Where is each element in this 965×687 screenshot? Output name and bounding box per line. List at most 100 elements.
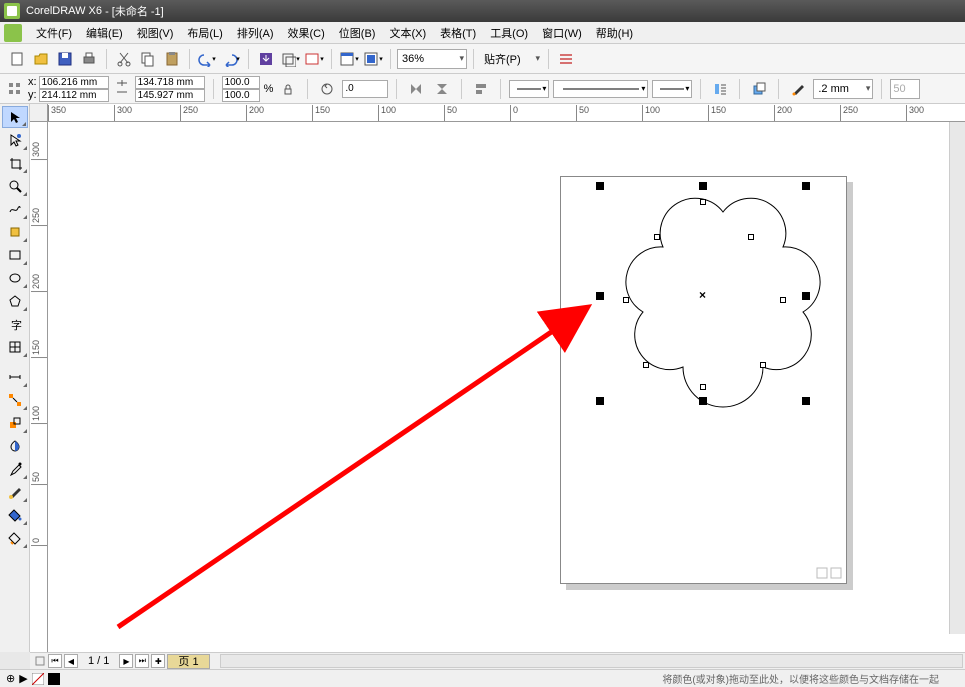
transparency-tool[interactable] [2,435,28,457]
app-launcher-button[interactable]: ▾ [338,48,360,70]
sel-handle-s[interactable] [699,397,707,405]
ruler-v-tick: 150 [31,340,48,358]
page-tab-1[interactable]: 页 1 [167,654,209,669]
table-tool[interactable] [2,336,28,358]
polygon-tool[interactable] [2,290,28,312]
end-arrow-dropdown[interactable] [652,80,692,98]
fill-status-icon[interactable] [32,673,44,685]
canvas[interactable]: × [48,122,965,652]
smart-fill-tool[interactable] [2,221,28,243]
text-tool[interactable]: 字 [2,313,28,335]
next-page-button[interactable]: ▶ [119,654,133,668]
mirror-h-button[interactable] [405,78,427,100]
freehand-tool[interactable] [2,198,28,220]
sel-handle-nw[interactable] [596,182,604,190]
open-button[interactable] [30,48,52,70]
interactive-tool[interactable] [2,412,28,434]
menu-window[interactable]: 窗口(W) [536,22,588,44]
align-button[interactable] [470,78,492,100]
copy-button[interactable] [137,48,159,70]
to-front-button[interactable] [748,78,770,100]
crop-tool[interactable] [2,152,28,174]
ruler-vertical[interactable]: 300 250 200 150 100 50 0 [30,122,48,652]
fontsize-input[interactable] [890,79,920,99]
menu-file[interactable]: 文件(F) [30,22,78,44]
menu-effects[interactable]: 效果(C) [282,22,331,44]
ruler-h-tick: 350 [48,105,66,122]
y-input[interactable] [39,89,109,102]
menu-edit[interactable]: 编辑(E) [80,22,129,44]
rectangle-tool[interactable] [2,244,28,266]
menubar-logo-icon [4,24,22,42]
last-page-button[interactable]: ⏭ [135,654,149,668]
interactive-fill-tool[interactable] [2,527,28,549]
menu-table[interactable]: 表格(T) [434,22,482,44]
separator [106,49,107,69]
flower-object[interactable] [618,192,828,412]
export-button[interactable]: ▾ [279,48,301,70]
outline-tool[interactable] [2,481,28,503]
options-button[interactable] [555,48,577,70]
import-button[interactable] [255,48,277,70]
object-center-marker[interactable]: × [699,288,706,302]
curve-node[interactable] [654,234,660,240]
connector-tool[interactable] [2,389,28,411]
dimension-tool[interactable] [2,366,28,388]
sel-handle-n[interactable] [699,182,707,190]
curve-node[interactable] [700,384,706,390]
curve-node[interactable] [748,234,754,240]
print-button[interactable] [78,48,100,70]
sel-handle-se[interactable] [802,397,810,405]
curve-node[interactable] [760,362,766,368]
zoom-value: 36% [402,53,424,65]
new-button[interactable] [6,48,28,70]
outline-width-dropdown[interactable]: .2 mm [813,79,873,99]
menu-bitmap[interactable]: 位图(B) [333,22,382,44]
menu-text[interactable]: 文本(X) [383,22,432,44]
scale-y-input[interactable] [222,89,260,102]
width-input[interactable] [135,76,205,89]
publish-button[interactable]: ▾ [303,48,325,70]
redo-button[interactable]: ▾ [220,48,242,70]
pick-tool[interactable] [2,106,28,128]
add-page-button[interactable]: ✚ [151,654,165,668]
curve-node[interactable] [780,297,786,303]
sel-handle-ne[interactable] [802,182,810,190]
outline-status-icon[interactable] [48,673,60,685]
menu-arrange[interactable]: 排列(A) [231,22,280,44]
undo-button[interactable]: ▾ [196,48,218,70]
line-style-dropdown[interactable] [553,80,648,98]
mirror-v-button[interactable] [431,78,453,100]
fill-tool[interactable] [2,504,28,526]
horizontal-scrollbar[interactable] [220,654,963,668]
scale-x-input[interactable] [222,76,260,89]
zoom-tool[interactable] [2,175,28,197]
snap-dropdown[interactable]: 贴齐(P) [480,49,542,69]
save-button[interactable] [54,48,76,70]
welcome-button[interactable]: ▾ [362,48,384,70]
menu-help[interactable]: 帮助(H) [590,22,639,44]
zoom-dropdown[interactable]: 36% [397,49,467,69]
start-arrow-dropdown[interactable] [509,80,549,98]
paste-button[interactable] [161,48,183,70]
cut-button[interactable] [113,48,135,70]
first-page-button[interactable]: ⏮ [48,654,62,668]
prev-page-button[interactable]: ◀ [64,654,78,668]
rotate-input[interactable] [342,80,388,98]
ruler-horizontal[interactable]: 350 300 250 200 150 100 50 0 50 100 150 … [48,104,965,122]
sel-handle-e[interactable] [802,292,810,300]
height-input[interactable] [135,89,205,102]
eyedropper-tool[interactable] [2,458,28,480]
lock-ratio-button[interactable] [277,78,299,100]
ruler-corner[interactable] [30,104,48,122]
x-input[interactable] [39,76,109,89]
wrap-text-button[interactable] [709,78,731,100]
curve-node[interactable] [700,199,706,205]
ellipse-tool[interactable] [2,267,28,289]
menu-tools[interactable]: 工具(O) [484,22,534,44]
menu-view[interactable]: 视图(V) [131,22,180,44]
menu-layout[interactable]: 布局(L) [181,22,228,44]
vertical-scrollbar[interactable] [949,122,965,634]
shape-tool[interactable] [2,129,28,151]
bleed-icon [830,567,842,579]
